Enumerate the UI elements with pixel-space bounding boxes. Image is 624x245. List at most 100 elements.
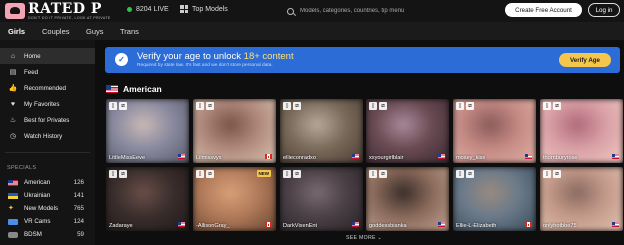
- special-label: BDSM: [24, 231, 42, 238]
- model-tile[interactable]: ▯ ⧄ thornburyrose: [540, 99, 623, 163]
- mobile-icon: ▯: [196, 170, 204, 178]
- model-name: goddessbianka: [369, 223, 407, 229]
- special-count: 126: [73, 179, 84, 186]
- mobile-icon: ▯: [543, 102, 551, 110]
- category-bar: Girls Couples Guys Trans: [0, 22, 624, 40]
- age-verification-banner: ✓ Verify your age to unlock 18+ content …: [105, 47, 620, 73]
- see-more-label: SEE MORE: [346, 235, 376, 241]
- section-title: American: [106, 84, 162, 94]
- hd-icon: ⧄: [466, 170, 474, 178]
- sidebar-item-recommended[interactable]: 👍 Recommended: [0, 80, 95, 96]
- model-name: onlyhotbbe75: [543, 223, 577, 229]
- us-flag-icon: [8, 180, 18, 186]
- mobile-icon: ▯: [369, 170, 377, 178]
- sidebar: ⌂ Home ▤ Feed 👍 Recommended ♥ My Favorit…: [0, 40, 95, 245]
- ca-flag-icon: [265, 222, 272, 227]
- tab-guys[interactable]: Guys: [86, 27, 104, 36]
- model-tile[interactable]: ▯ ⧄ DarkVixenEnt: [280, 167, 363, 231]
- new-badge: NEW: [256, 170, 271, 177]
- model-tile[interactable]: ▯ ⧄ Zadaraye: [106, 167, 189, 231]
- us-flag-icon: [438, 154, 445, 159]
- search-input[interactable]: [300, 8, 470, 14]
- sidebar-item-label: Feed: [24, 68, 39, 76]
- model-name: DarkVixenEnt: [283, 223, 318, 229]
- sidebar-item-home[interactable]: ⌂ Home: [0, 48, 95, 64]
- sidebar-item-label: Recommended: [24, 84, 66, 92]
- special-bdsm[interactable]: BDSM 59: [0, 229, 95, 241]
- banner-title-prefix: Verify your age to unlock: [137, 51, 244, 62]
- search-icon[interactable]: [287, 7, 294, 15]
- model-tile[interactable]: ▯ ⧄ goddessbianka: [366, 167, 449, 231]
- flame-icon: ♨: [9, 117, 17, 124]
- ca-flag-icon: [265, 154, 272, 159]
- banner-title: Verify your age to unlock 18+ content: [137, 51, 294, 62]
- special-ukrainian[interactable]: Ukrainian 141: [0, 190, 95, 202]
- hd-icon: ⧄: [293, 170, 301, 178]
- model-name: LittleMissEeve: [109, 155, 146, 161]
- banner-title-highlight: 18+ content: [243, 51, 294, 62]
- model-tile[interactable]: ▯ ⧄ mosey_kiss: [453, 99, 536, 163]
- grid-icon: [180, 5, 188, 13]
- tab-girls[interactable]: Girls: [8, 27, 25, 36]
- sidebar-item-favorites[interactable]: ♥ My Favorites: [0, 96, 95, 112]
- hd-icon: ⧄: [553, 102, 561, 110]
- site-logo[interactable]: RATED P DON'T DO IT PRIVATE, LOOK AT PRI…: [5, 1, 113, 22]
- model-tile[interactable]: ▯ ⧄ onlyhotbbe75: [540, 167, 623, 231]
- us-flag-icon: [352, 154, 359, 159]
- mobile-icon: ▯: [283, 170, 291, 178]
- model-tile[interactable]: ▯ ⧄ ellieconradxo: [280, 99, 363, 163]
- bdsm-icon: [8, 232, 18, 238]
- mobile-icon: ▯: [369, 102, 377, 110]
- model-tile[interactable]: ▯ ⧄ NEW -AllisonGray_: [193, 167, 276, 231]
- model-tile[interactable]: ▯ ⧄ xxyourgirlblair: [366, 99, 449, 163]
- see-more-button[interactable]: SEE MORE ⌄: [346, 235, 382, 241]
- us-flag-icon: [612, 222, 619, 227]
- model-name: Lilmissvyx: [196, 155, 222, 161]
- us-flag-icon: [178, 222, 185, 227]
- hd-icon: ⧄: [119, 102, 127, 110]
- shield-check-icon: ✓: [115, 53, 128, 66]
- create-account-button[interactable]: Create Free Account: [505, 3, 582, 17]
- sidebar-divider: [5, 152, 90, 153]
- model-tile[interactable]: ▯ ⧄ Ellie-L-Elizabeth: [453, 167, 536, 231]
- us-flag-icon: [178, 154, 185, 159]
- special-american[interactable]: American 126: [0, 177, 95, 189]
- sidebar-item-watch-history[interactable]: ◷ Watch History: [0, 128, 95, 144]
- sidebar-item-best-for-privates[interactable]: ♨ Best for Privates: [0, 112, 95, 128]
- specials-title: SPECIALS: [7, 165, 37, 171]
- banner-subtitle: Required by state law. It's fast and we …: [137, 63, 273, 68]
- model-name: thornburyrose: [543, 155, 578, 161]
- verify-age-button[interactable]: Verify Age: [559, 53, 611, 67]
- special-label: New Models: [24, 205, 59, 212]
- sidebar-item-label: My Favorites: [24, 100, 60, 108]
- hd-icon: ⧄: [206, 170, 214, 178]
- us-flag-icon: [525, 154, 532, 159]
- special-count: 59: [77, 231, 84, 238]
- special-count: 124: [73, 218, 84, 225]
- top-navigation-bar: RATED P DON'T DO IT PRIVATE, LOOK AT PRI…: [0, 0, 624, 22]
- us-flag-icon: [612, 154, 619, 159]
- model-tile[interactable]: ▯ ⧄ LittleMissEeve: [106, 99, 189, 163]
- special-vr-cams[interactable]: VR Cams 124: [0, 216, 95, 228]
- special-new-models[interactable]: ✦ New Models 765: [0, 203, 95, 215]
- login-button[interactable]: Log in: [588, 3, 620, 17]
- live-count: 8204 LIVE: [127, 6, 169, 13]
- feed-icon: ▤: [9, 69, 17, 76]
- hd-icon: ⧄: [379, 102, 387, 110]
- ua-flag-icon: [8, 193, 18, 199]
- history-icon: ◷: [9, 133, 17, 140]
- top-models-label: Top Models: [192, 5, 228, 13]
- vr-icon: [8, 219, 18, 225]
- mobile-icon: ▯: [109, 102, 117, 110]
- sidebar-item-feed[interactable]: ▤ Feed: [0, 64, 95, 80]
- hd-icon: ⧄: [553, 170, 561, 178]
- live-dot-icon: [127, 7, 132, 12]
- model-tile[interactable]: ▯ ⧄ Lilmissvyx: [193, 99, 276, 163]
- tab-couples[interactable]: Couples: [42, 27, 70, 36]
- mobile-icon: ▯: [543, 170, 551, 178]
- home-icon: ⌂: [10, 52, 16, 60]
- top-models-link[interactable]: Top Models: [180, 5, 228, 13]
- tab-trans[interactable]: Trans: [120, 27, 139, 36]
- mobile-icon: ▯: [283, 102, 291, 110]
- hd-icon: ⧄: [379, 170, 387, 178]
